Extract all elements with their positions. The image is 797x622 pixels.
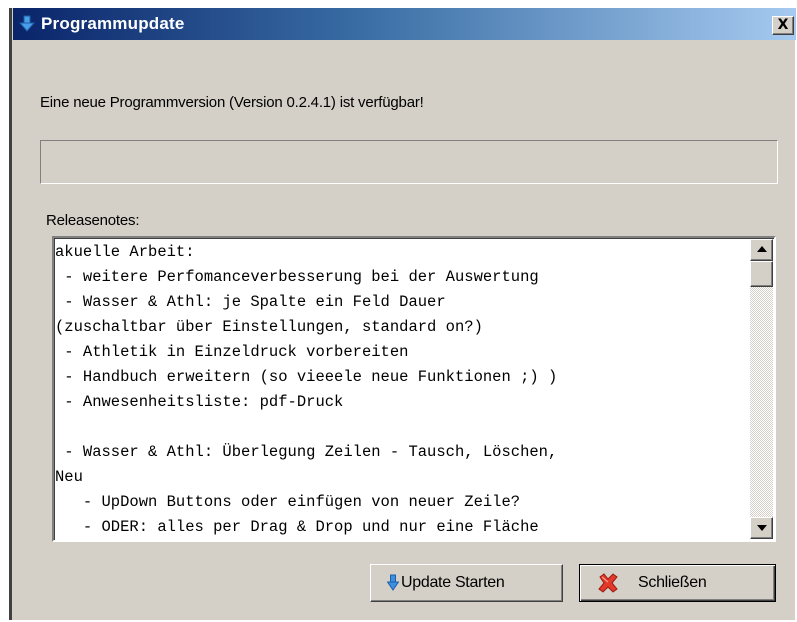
update-dialog: Programmupdate X Eine neue Programmversi… [9,8,796,620]
release-notes-line: - Handbuch erweitern (so vieeele neue Fu… [55,368,558,386]
close-button[interactable]: Schließen [579,564,776,602]
scroll-down-button[interactable] [750,517,773,539]
release-notes-line: - weitere Perfomanceverbesserung bei der… [55,268,539,286]
arrow-up-icon [757,246,767,252]
scroll-up-button[interactable] [750,239,773,261]
release-notes-line: Neu [55,468,83,486]
release-notes-textbox[interactable]: akuelle Arbeit: - weitere Perfomanceverb… [52,236,776,542]
release-notes-line [55,415,741,440]
arrow-down-icon [757,525,767,531]
title-bar[interactable]: Programmupdate X [13,8,796,40]
close-label: Schließen [638,574,707,591]
scroll-thumb[interactable] [750,261,773,287]
close-window-button[interactable]: X [772,16,794,35]
release-notes-line: - Wasser & Athl: je Spalte ein Feld Daue… [55,293,446,311]
release-notes-label: Releasenotes: [46,212,140,229]
window-title: Programmupdate [41,14,185,33]
release-notes-text[interactable]: akuelle Arbeit: - weitere Perfomanceverb… [55,240,741,536]
red-x-icon [598,573,618,593]
release-notes-line: - Anwesenheitsliste: pdf-Druck [55,393,344,411]
release-notes-line: akuelle Arbeit: [55,243,195,261]
download-progress-bar [40,140,778,184]
update-available-message: Eine neue Programmversion (Version 0.2.4… [40,94,424,111]
update-start-label: Update Starten [401,574,505,591]
release-notes-line: - Athletik in Einzeldruck vorbereiten [55,343,409,361]
release-notes-line: (zuschaltbar über Einstellungen, standar… [55,318,483,336]
download-arrow-icon [387,574,399,591]
vertical-scrollbar[interactable] [750,239,773,539]
release-notes-line: - UpDown Buttons oder einfügen von neuer… [55,493,521,511]
update-start-button[interactable]: Update Starten [370,564,563,602]
release-notes-line: - Wasser & Athl: Überlegung Zeilen - Tau… [55,443,558,461]
release-notes-line: - ODER: alles per Drag & Drop und nur ei… [55,518,539,536]
download-arrow-icon [19,15,35,32]
